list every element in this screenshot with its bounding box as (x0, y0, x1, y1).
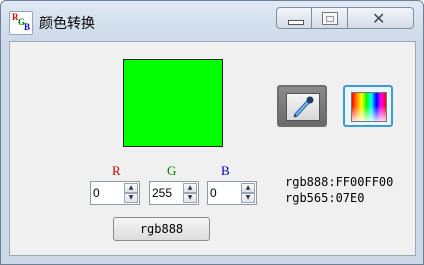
green-spin-arrows: ▲ ▼ (183, 183, 197, 203)
window-title: 颜色转换 (39, 16, 95, 32)
eyedropper-button[interactable] (277, 85, 327, 127)
rgb565-readout: rgb565:07E0 (285, 191, 365, 205)
minimize-icon (288, 20, 304, 25)
rgb888-readout: rgb888:FF00FF00 (285, 175, 394, 189)
red-spin-arrows: ▲ ▼ (124, 183, 138, 203)
color-convert-window: R G B 颜色转换 ✕ R G B 0 ▲ ▼ 255 ▲ ▼ 0 ▲ ▼ r… (0, 0, 424, 265)
green-value[interactable]: 255 (152, 186, 172, 200)
channel-label-g: G (167, 163, 177, 178)
title-bar[interactable]: R G B 颜色转换 ✕ (1, 1, 423, 39)
blue-spin-arrows: ▲ ▼ (241, 183, 255, 203)
client-area: R G B 0 ▲ ▼ 255 ▲ ▼ 0 ▲ ▼ rgb888:FF00FF0… (9, 41, 416, 256)
app-rgb-icon: R G B (9, 11, 33, 35)
spin-down-arrow-icon[interactable]: ▼ (124, 193, 138, 203)
color-palette-icon (351, 92, 387, 122)
color-palette-button[interactable] (343, 85, 393, 127)
channel-label-b: B (221, 163, 230, 178)
blue-spinbox[interactable]: 0 ▲ ▼ (207, 181, 257, 205)
spin-up-arrow-icon[interactable]: ▲ (241, 183, 255, 193)
spin-down-arrow-icon[interactable]: ▼ (241, 193, 255, 203)
channel-label-r: R (112, 163, 121, 178)
close-button[interactable]: ✕ (348, 7, 414, 29)
maximize-icon (322, 12, 338, 25)
blue-value[interactable]: 0 (210, 186, 217, 200)
red-spinbox[interactable]: 0 ▲ ▼ (90, 181, 140, 205)
close-icon: ✕ (372, 9, 386, 28)
rgb888-mode-button[interactable]: rgb888 (113, 217, 210, 241)
spin-up-arrow-icon[interactable]: ▲ (124, 183, 138, 193)
spin-down-arrow-icon[interactable]: ▼ (183, 193, 197, 203)
green-spinbox[interactable]: 255 ▲ ▼ (149, 181, 199, 205)
red-value[interactable]: 0 (93, 186, 100, 200)
minimize-button[interactable] (276, 7, 312, 29)
eyedropper-icon (286, 93, 320, 121)
spin-up-arrow-icon[interactable]: ▲ (183, 183, 197, 193)
color-preview-swatch (123, 59, 223, 147)
maximize-button[interactable] (312, 7, 348, 29)
